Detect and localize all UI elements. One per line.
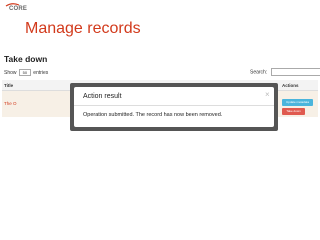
search-input[interactable] [270,68,320,76]
search-label: Search: [250,69,268,76]
close-icon[interactable]: × [265,90,270,99]
dialog-title: Action result [83,93,122,100]
entries-label: entries [33,69,49,76]
column-header-title[interactable]: Title [4,83,13,88]
modal-overlay: Action result × Operation submitted. The… [70,83,278,131]
show-label: Show [4,69,17,76]
show-entries-control: Show 50 entries [4,69,48,76]
action-result-dialog: Action result × Operation submitted. The… [74,87,274,127]
record-title-link[interactable]: The O [4,101,17,106]
core-logo: CORE [4,3,28,15]
update-metadata-button[interactable]: Update metadata [282,99,313,106]
logo-text: CORE [9,6,28,12]
page-title: Manage records [25,20,141,37]
take-down-button[interactable]: Take down [282,108,305,115]
dialog-header: Action result × [74,87,274,106]
page-subtitle: Take down [4,54,48,64]
entries-select[interactable]: 50 [18,69,31,76]
dialog-message: Operation submitted. The record has now … [83,112,223,118]
column-header-actions: Actions [282,83,299,88]
search-control: Search: [250,68,320,76]
